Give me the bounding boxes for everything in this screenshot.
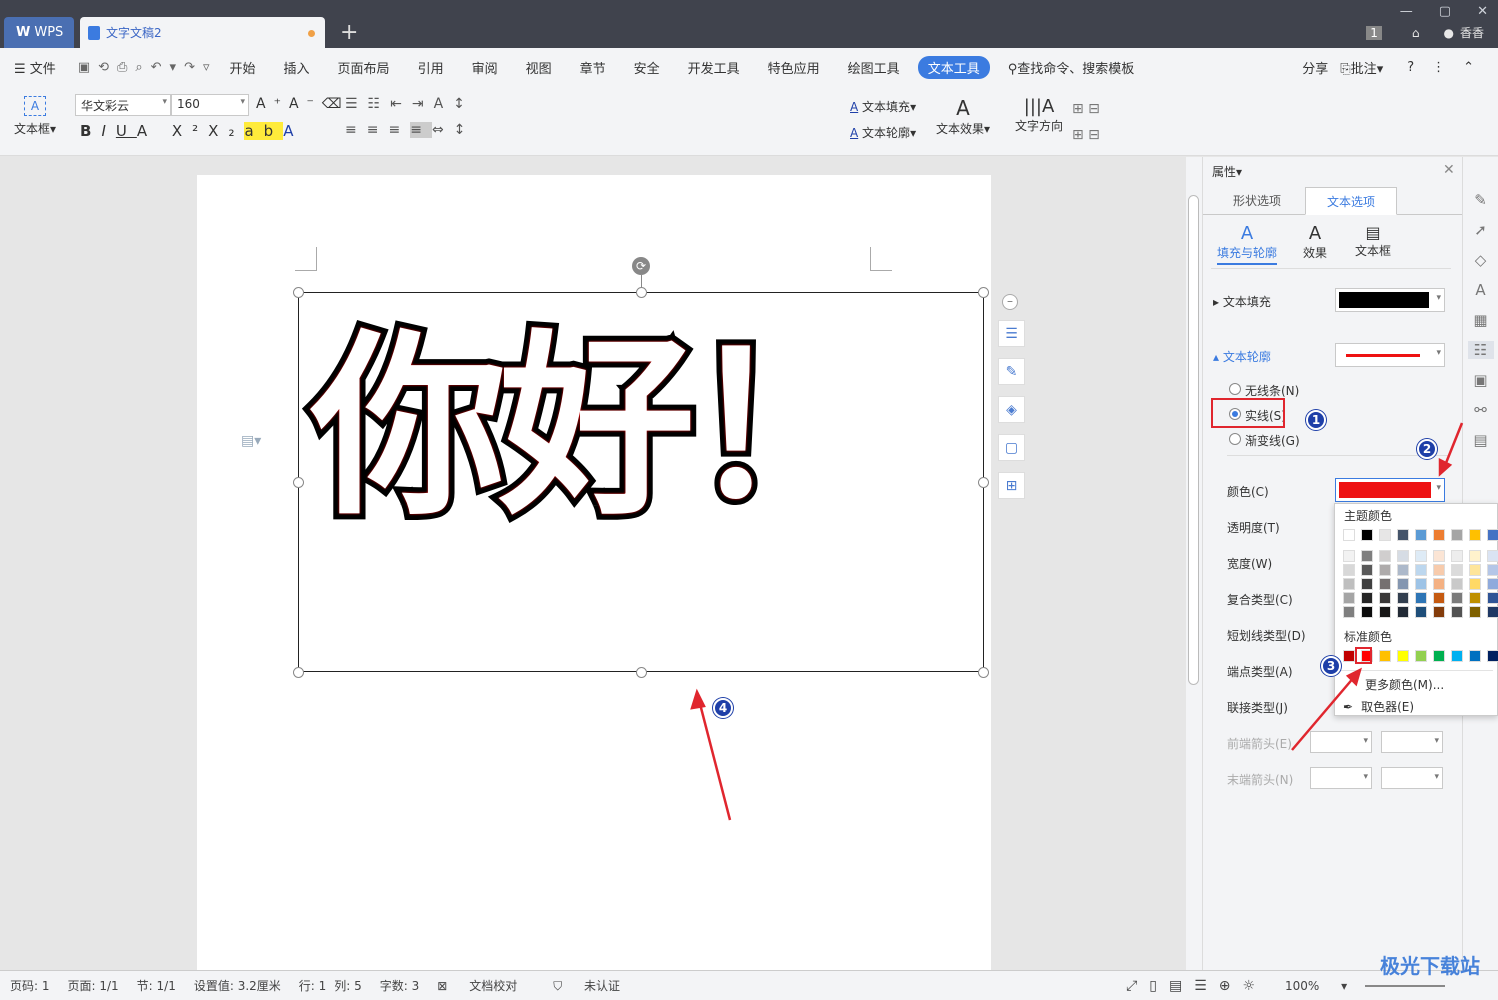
status-section[interactable]: 节: 1/1: [137, 977, 176, 994]
status-proof-label: 文档校对: [469, 979, 518, 993]
zoom-value: 100%: [1285, 978, 1320, 993]
watermark: 极光下载站: [1380, 954, 1480, 978]
arrow-4-head: [690, 688, 706, 710]
zoom-slider[interactable]: [1365, 984, 1446, 987]
arrow-3-line: [1291, 675, 1356, 751]
annotation-arrows: [690, 422, 1464, 821]
shield-icon: ⛉: [553, 979, 563, 993]
arrow-2-line: [1442, 422, 1464, 469]
status-setting[interactable]: 设置值: 3.2厘米: [194, 977, 281, 994]
proof-icon: ⊠: [437, 979, 448, 993]
status-cert[interactable]: ⛉ 未认证: [553, 977, 638, 994]
status-cert-label: 未认证: [584, 979, 621, 993]
status-bar: 页码: 1 页面: 1/1 节: 1/1 设置值: 3.2厘米 行: 1 列: …: [0, 970, 1498, 1000]
status-pages[interactable]: 页面: 1/1: [68, 977, 119, 994]
status-page[interactable]: 页码: 1: [10, 977, 50, 994]
status-proof[interactable]: ⊠ 文档校对: [437, 977, 535, 994]
arrow-2-head: [1438, 457, 1453, 477]
view-icons[interactable]: ⤢▯▤☰⊕☼: [1126, 978, 1267, 994]
status-col[interactable]: 列: 5: [334, 977, 362, 994]
arrow-4-line: [697, 699, 732, 821]
zoom-select[interactable]: 100% ▾: [1285, 979, 1347, 993]
status-row[interactable]: 行: 1: [299, 977, 327, 994]
status-words[interactable]: 字数: 3: [380, 977, 420, 994]
